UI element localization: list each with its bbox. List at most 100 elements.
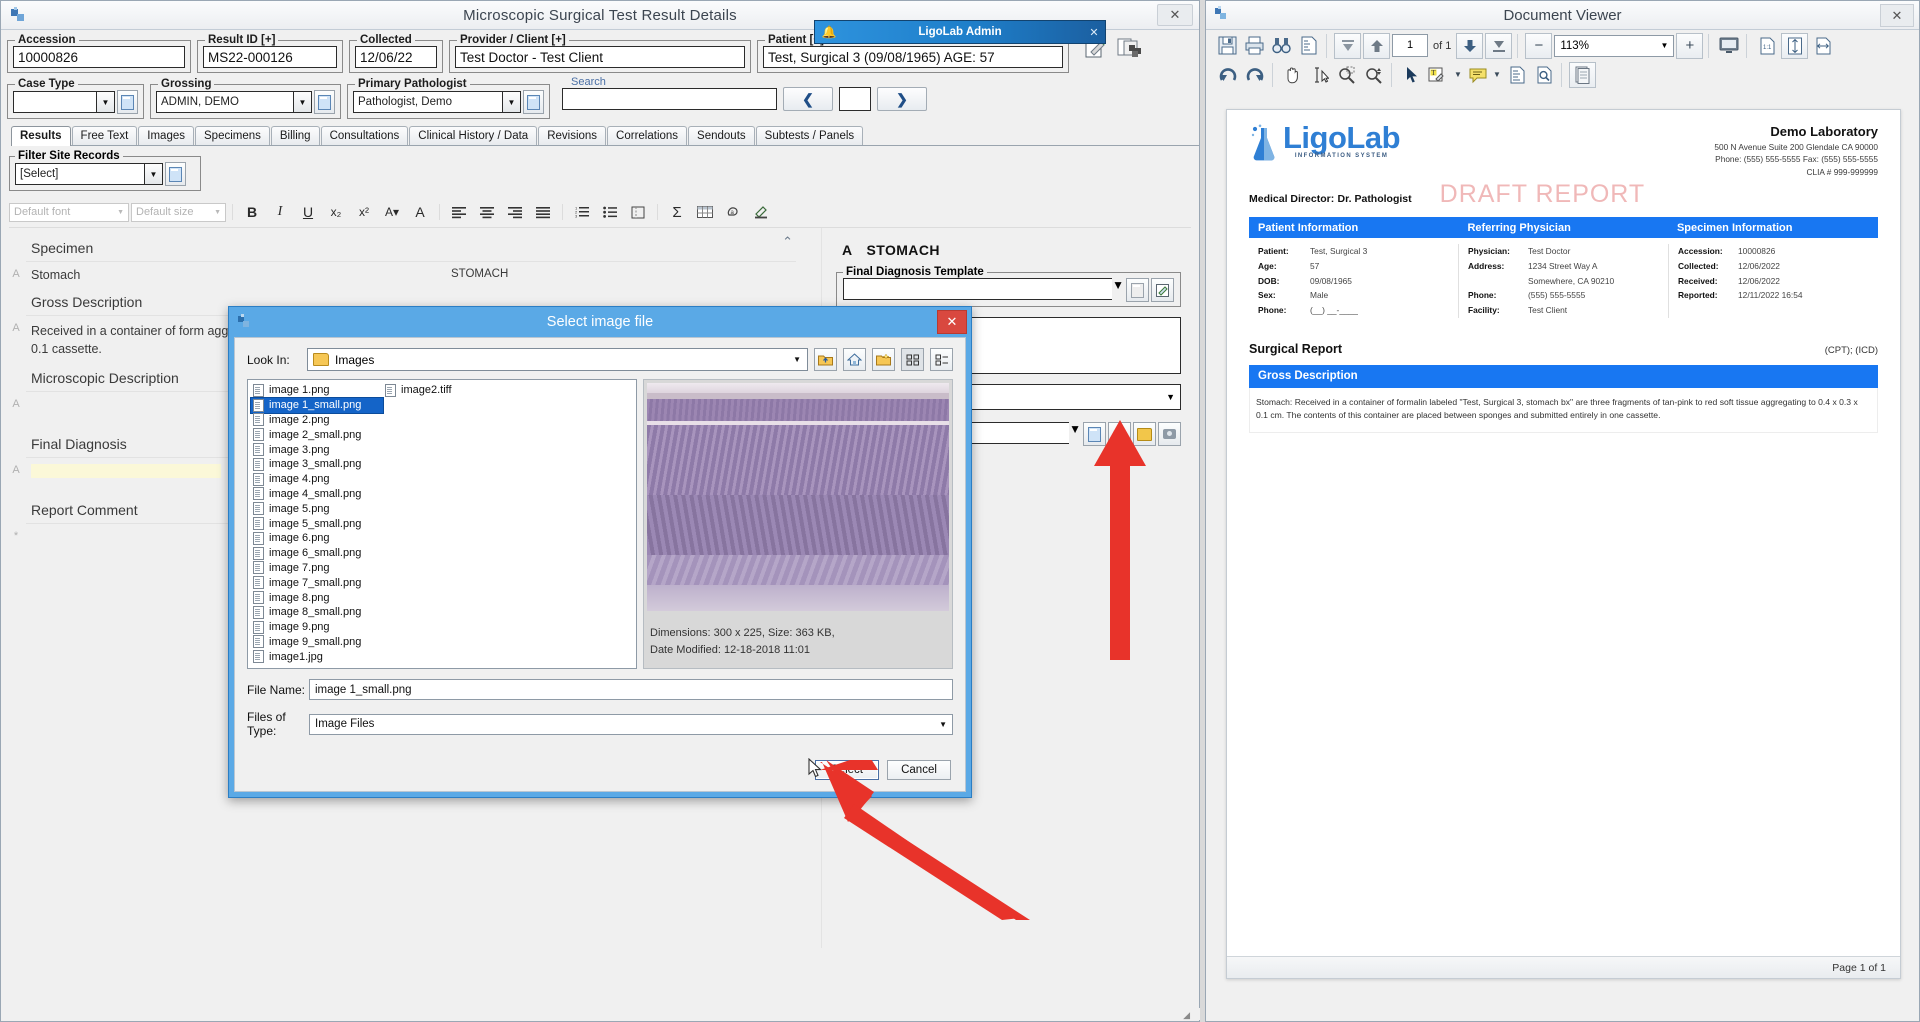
file-list-item[interactable]: image 6_small.png (251, 546, 383, 561)
search-input[interactable] (562, 88, 777, 110)
file-list-item[interactable]: image2.tiff (383, 383, 515, 398)
page-number-input[interactable]: 1 (1392, 34, 1428, 57)
zoom-level-select[interactable]: 113% ▼ (1554, 34, 1675, 57)
file-list-item[interactable]: image 2.png (251, 413, 383, 428)
actual-size-icon[interactable]: 1:1 (1754, 34, 1779, 58)
highlight-text-icon[interactable]: T (1426, 63, 1451, 87)
primary-pathologist-dropdown-arrow[interactable]: ▼ (502, 91, 521, 113)
file-list-item[interactable]: image 6.png (251, 531, 383, 546)
tab-consultations[interactable]: Consultations (320, 126, 409, 145)
zoom-out-button[interactable]: − (1525, 32, 1553, 59)
file-list-item[interactable]: image 2_small.png (251, 427, 383, 442)
tab-free-text[interactable]: Free Text (71, 126, 138, 145)
file-list-item[interactable]: image 9.png (251, 620, 383, 635)
left-window-close-button[interactable]: ✕ (1157, 4, 1193, 26)
numbered-list-button[interactable]: 123 (569, 201, 595, 223)
highlight-button[interactable] (748, 201, 774, 223)
tab-specimens[interactable]: Specimens (195, 126, 270, 145)
first-page-icon[interactable] (1334, 32, 1361, 59)
previous-page-icon[interactable] (1363, 32, 1390, 59)
rotate-right-icon[interactable] (1242, 63, 1267, 87)
comment-bubble-icon[interactable] (1465, 63, 1490, 87)
file-list-item[interactable]: image 1.png (251, 383, 383, 398)
file-list-item[interactable]: image 5.png (251, 501, 383, 516)
pointer-select-icon[interactable] (1399, 63, 1424, 87)
align-center-button[interactable] (474, 201, 500, 223)
tab-correlations[interactable]: Correlations (607, 126, 688, 145)
cancel-button[interactable]: Cancel (887, 760, 951, 780)
print-icon[interactable] (1242, 34, 1267, 58)
document-viewer-close-button[interactable]: ✕ (1880, 4, 1914, 27)
file-list-item[interactable]: image 8_small.png (251, 605, 383, 620)
insert-table-button[interactable] (692, 201, 718, 223)
file-list-item[interactable]: image1.jpg (251, 649, 383, 664)
tab-sendouts[interactable]: Sendouts (688, 126, 755, 145)
zoom-dynamic-icon[interactable] (1361, 63, 1386, 87)
page-thumbnails-icon[interactable] (1569, 61, 1596, 88)
case-type-value[interactable] (13, 91, 96, 113)
filter-dropdown-arrow[interactable]: ▼ (144, 163, 163, 185)
zoom-select-icon[interactable] (1334, 63, 1359, 87)
align-justify-button[interactable] (530, 201, 556, 223)
grossing-value[interactable]: ADMIN, DEMO (156, 91, 293, 113)
ligolab-admin-close-button[interactable]: ✕ (1083, 26, 1105, 39)
attachment-capture-button[interactable] (1158, 422, 1181, 446)
primary-pathologist-lookup-button[interactable] (523, 90, 544, 114)
tab-billing[interactable]: Billing (270, 126, 320, 145)
file-list-item[interactable]: image 3.png (251, 442, 383, 457)
binoculars-search-icon[interactable] (1269, 34, 1294, 58)
font-color-button[interactable]: A▾ (379, 201, 405, 223)
measure-ruler-icon[interactable] (1504, 63, 1529, 87)
final-diagnosis-template-dropdown-arrow[interactable]: ▼ (1112, 278, 1124, 300)
tiles-view-icon[interactable] (901, 348, 924, 371)
new-folder-icon[interactable] (872, 348, 895, 371)
filter-site-records-value[interactable]: [Select] (15, 163, 144, 185)
ligolab-admin-notification[interactable]: 🔔 LigoLab Admin ✕ (814, 20, 1106, 44)
search-document-icon[interactable] (1531, 63, 1556, 87)
attachment-browse-button[interactable] (1133, 422, 1156, 446)
specimen-text[interactable]: Stomach STOMACH (31, 268, 821, 282)
search-next-button[interactable]: ❯ (877, 87, 927, 111)
file-dialog-close-button[interactable]: ✕ (937, 310, 967, 334)
comment-dropdown-arrow[interactable]: ▼ (1492, 63, 1502, 87)
home-icon[interactable] (843, 348, 866, 371)
file-list-item[interactable]: image 7.png (251, 561, 383, 576)
pan-hand-icon[interactable] (1280, 63, 1305, 87)
italic-button[interactable]: I (267, 201, 293, 223)
result-id-value[interactable]: MS22-000126 (203, 46, 337, 68)
superscript-button[interactable]: x² (351, 201, 377, 223)
text-select-icon[interactable] (1307, 63, 1332, 87)
attachment-add-button[interactable]: ✚ (1108, 422, 1131, 446)
monitor-icon[interactable] (1716, 34, 1741, 58)
formula-button[interactable]: Σ (664, 201, 690, 223)
highlight-dropdown-arrow[interactable]: ▼ (1453, 63, 1463, 87)
packages-icon[interactable] (1115, 34, 1145, 62)
filter-lookup-button[interactable] (165, 162, 186, 186)
file-list-item[interactable]: image 7_small.png (251, 575, 383, 590)
case-type-dropdown-arrow[interactable]: ▼ (96, 91, 115, 113)
save-icon[interactable] (1215, 34, 1240, 58)
file-list-item[interactable]: image 4.png (251, 472, 383, 487)
file-list-item[interactable]: image 5_small.png (251, 516, 383, 531)
tab-results[interactable]: Results (11, 126, 71, 146)
font-size-select[interactable]: Default size ▼ (131, 202, 226, 222)
tab-clinical-history-data[interactable]: Clinical History / Data (409, 126, 538, 145)
zoom-in-button[interactable]: + (1676, 32, 1704, 59)
files-of-type-select[interactable]: Image Files ▼ (309, 713, 953, 735)
primary-pathologist-value[interactable]: Pathologist, Demo (353, 91, 502, 113)
patient-value[interactable]: Test, Surgical 3 (09/08/1965) AGE: 57 (763, 46, 1063, 68)
tab-images[interactable]: Images (138, 126, 194, 145)
bold-button[interactable]: B (239, 201, 265, 223)
align-left-button[interactable] (446, 201, 472, 223)
file-list-item[interactable]: image 3_small.png (251, 457, 383, 472)
tab-revisions[interactable]: Revisions (538, 126, 607, 145)
final-diagnosis-template-input[interactable] (843, 278, 1113, 300)
bulleted-list-button[interactable] (597, 201, 623, 223)
file-name-input[interactable]: image 1_small.png (309, 679, 953, 700)
final-diagnosis-template-copy-button[interactable] (1126, 278, 1149, 302)
provider-client-value[interactable]: Test Doctor - Test Client (455, 46, 745, 68)
collected-value[interactable]: 12/06/22 (355, 46, 437, 68)
align-right-button[interactable] (502, 201, 528, 223)
indent-button[interactable] (625, 201, 651, 223)
font-family-select[interactable]: Default font ▼ (9, 202, 129, 222)
